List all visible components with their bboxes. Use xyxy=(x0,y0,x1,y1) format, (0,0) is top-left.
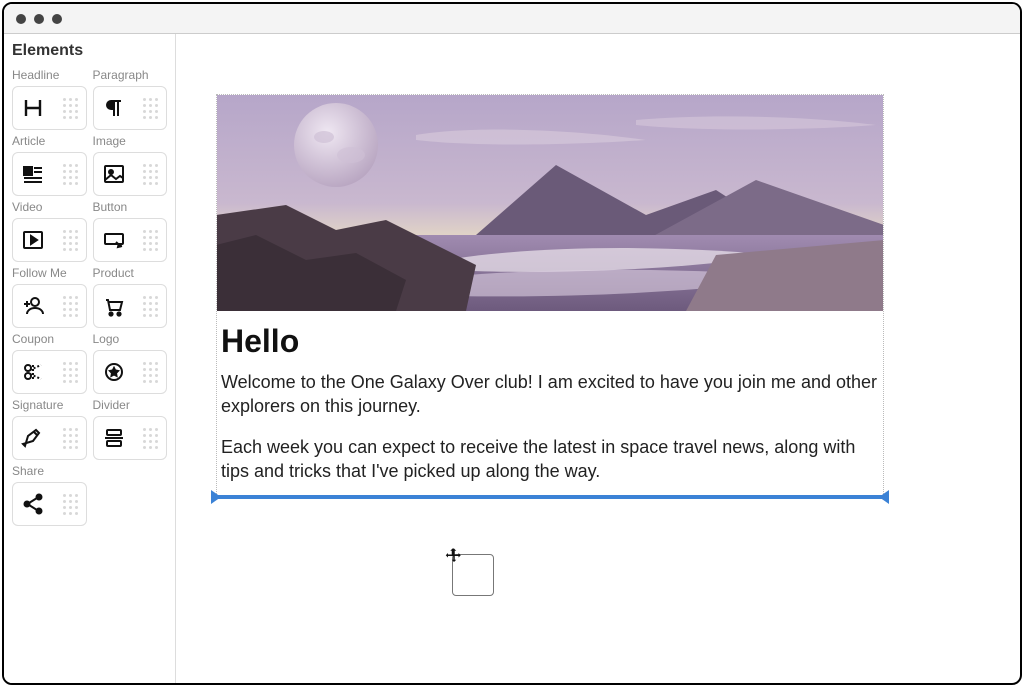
element-tile-follow-me[interactable] xyxy=(12,284,87,328)
drag-grip-icon xyxy=(134,228,161,252)
element-cell: Button xyxy=(93,200,168,262)
product-icon xyxy=(100,292,128,320)
editor-canvas[interactable]: Hello Welcome to the One Galaxy Over clu… xyxy=(176,34,1020,683)
app-body: Elements Headline Paragraph Article Imag… xyxy=(4,34,1020,683)
window-dot[interactable] xyxy=(34,14,44,24)
divider-icon xyxy=(100,424,128,452)
element-label: Video xyxy=(12,200,87,214)
element-label: Article xyxy=(12,134,87,148)
article-icon xyxy=(19,160,47,188)
element-cell: Divider xyxy=(93,398,168,460)
element-cell: Paragraph xyxy=(93,68,168,130)
drag-grip-icon xyxy=(134,96,161,120)
element-cell: Headline xyxy=(12,68,87,130)
element-label: Share xyxy=(12,464,87,478)
logo-icon xyxy=(100,358,128,386)
element-label: Follow Me xyxy=(12,266,87,280)
element-label: Headline xyxy=(12,68,87,82)
element-tile-product[interactable] xyxy=(93,284,168,328)
element-cell: Image xyxy=(93,134,168,196)
element-cell: Coupon xyxy=(12,332,87,394)
element-cell: Share xyxy=(12,464,87,526)
image-icon xyxy=(100,160,128,188)
element-tile-image[interactable] xyxy=(93,152,168,196)
follow-icon xyxy=(19,292,47,320)
element-tile-button[interactable] xyxy=(93,218,168,262)
element-cell: Article xyxy=(12,134,87,196)
headline-icon xyxy=(19,94,47,122)
elements-sidebar: Elements Headline Paragraph Article Imag… xyxy=(4,34,176,683)
window-titlebar xyxy=(4,4,1020,34)
drag-grip-icon xyxy=(134,426,161,450)
video-icon xyxy=(19,226,47,254)
element-cell: Product xyxy=(93,266,168,328)
element-tile-headline[interactable] xyxy=(12,86,87,130)
move-cursor-icon xyxy=(445,547,463,565)
drag-grip-icon xyxy=(53,294,80,318)
drag-grip-icon xyxy=(134,294,161,318)
element-label: Divider xyxy=(93,398,168,412)
element-cell: Follow Me xyxy=(12,266,87,328)
drag-ghost-paragraph[interactable] xyxy=(452,554,494,596)
drag-grip-icon xyxy=(53,492,80,516)
email-heading[interactable]: Hello xyxy=(217,323,883,360)
drop-line xyxy=(217,495,883,499)
element-label: Image xyxy=(93,134,168,148)
email-paragraph-2[interactable]: Each week you can expect to receive the … xyxy=(217,435,883,484)
element-label: Signature xyxy=(12,398,87,412)
sidebar-title: Elements xyxy=(12,42,167,60)
drag-grip-icon xyxy=(53,96,80,120)
window-dot[interactable] xyxy=(16,14,26,24)
element-tile-signature[interactable] xyxy=(12,416,87,460)
drag-grip-icon xyxy=(134,360,161,384)
element-label: Button xyxy=(93,200,168,214)
element-tile-divider[interactable] xyxy=(93,416,168,460)
element-tile-article[interactable] xyxy=(12,152,87,196)
signature-icon xyxy=(19,424,47,452)
element-tile-coupon[interactable] xyxy=(12,350,87,394)
element-cell: Signature xyxy=(12,398,87,460)
drag-grip-icon xyxy=(53,228,80,252)
hero-image[interactable] xyxy=(217,95,883,311)
email-paragraph-1[interactable]: Welcome to the One Galaxy Over club! I a… xyxy=(217,370,883,419)
email-block[interactable]: Hello Welcome to the One Galaxy Over clu… xyxy=(216,94,884,496)
element-tile-video[interactable] xyxy=(12,218,87,262)
share-icon xyxy=(19,490,47,518)
element-label: Paragraph xyxy=(93,68,168,82)
element-label: Logo xyxy=(93,332,168,346)
drop-cap-left xyxy=(211,490,221,504)
drag-grip-icon xyxy=(134,162,161,186)
browser-window: Elements Headline Paragraph Article Imag… xyxy=(2,2,1022,685)
element-label: Coupon xyxy=(12,332,87,346)
window-dot[interactable] xyxy=(52,14,62,24)
element-tile-logo[interactable] xyxy=(93,350,168,394)
drag-grip-icon xyxy=(53,426,80,450)
email-body[interactable]: Hello Welcome to the One Galaxy Over clu… xyxy=(217,311,883,495)
drag-grip-icon xyxy=(53,162,80,186)
element-cell: Video xyxy=(12,200,87,262)
element-cell: Logo xyxy=(93,332,168,394)
drag-grip-icon xyxy=(53,360,80,384)
coupon-icon xyxy=(19,358,47,386)
element-tile-paragraph[interactable] xyxy=(93,86,168,130)
drop-cap-right xyxy=(879,490,889,504)
paragraph-icon xyxy=(100,94,128,122)
element-tile-share[interactable] xyxy=(12,482,87,526)
button-icon xyxy=(100,226,128,254)
element-label: Product xyxy=(93,266,168,280)
